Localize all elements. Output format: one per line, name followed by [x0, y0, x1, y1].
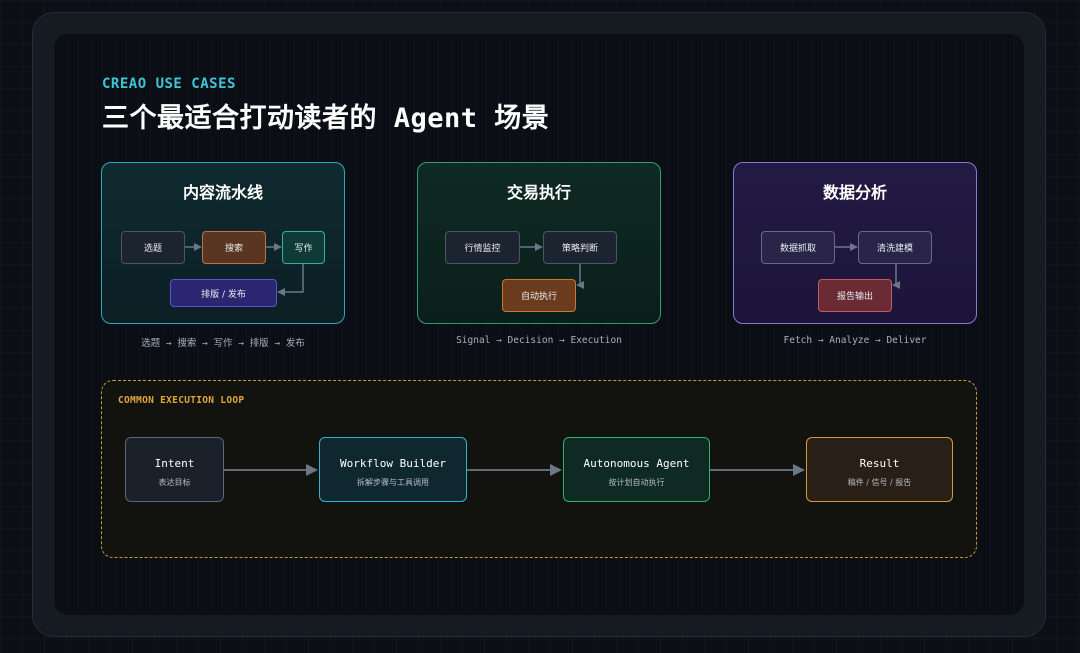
loop-step-title: Result	[859, 457, 900, 470]
node-clean-model: 清洗建模	[858, 231, 932, 264]
card-title: 内容流水线	[182, 183, 263, 202]
eyebrow-label: CREAO USE CASES	[102, 76, 236, 92]
loop-step-intent: Intent 表达目标	[125, 437, 224, 502]
card-title: 数据分析	[822, 183, 887, 202]
node-strategy: 策略判断	[543, 231, 617, 264]
card-caption: 选题 → 搜索 → 写作 → 排版 → 发布	[141, 338, 305, 349]
node-layout-publish: 排版 / 发布	[170, 279, 277, 307]
node-search: 搜索	[202, 231, 266, 264]
card-caption: Fetch → Analyze → Deliver	[783, 335, 927, 346]
node-market-monitor: 行情监控	[445, 231, 520, 264]
node-write: 写作	[282, 231, 325, 264]
node-report-output: 报告输出	[818, 279, 892, 312]
loop-step-title: Intent	[154, 457, 195, 470]
loop-step-title: Autonomous Agent	[583, 457, 690, 470]
loop-step-title: Workflow Builder	[340, 457, 446, 470]
node-auto-execute: 自动执行	[502, 279, 576, 312]
node-data-fetch: 数据抓取	[761, 231, 835, 264]
loop-step-subtitle: 拆解步骤与工具调用	[357, 478, 429, 487]
page-title: 三个最适合打动读者的 Agent 场景	[102, 103, 550, 134]
loop-label: COMMON EXECUTION LOOP	[118, 395, 245, 406]
card-caption: Signal → Decision → Execution	[456, 335, 622, 346]
loop-step-subtitle: 稿件 / 信号 / 报告	[847, 478, 912, 487]
loop-step-subtitle: 表达目标	[158, 478, 191, 487]
card-title: 交易执行	[506, 183, 571, 202]
loop-step-subtitle: 按计划自动执行	[608, 478, 665, 487]
loop-step-workflow-builder: Workflow Builder 拆解步骤与工具调用	[319, 437, 467, 502]
loop-step-autonomous-agent: Autonomous Agent 按计划自动执行	[563, 437, 710, 502]
node-topic: 选题	[121, 231, 185, 264]
loop-step-result: Result 稿件 / 信号 / 报告	[806, 437, 953, 502]
